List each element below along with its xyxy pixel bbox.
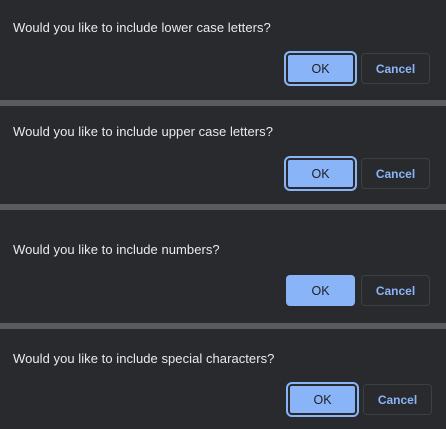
ok-button[interactable]: OK bbox=[284, 51, 357, 86]
confirm-dialog-lowercase: Would you like to include lower case let… bbox=[0, 0, 446, 100]
dialog-message: Would you like to include lower case let… bbox=[13, 20, 271, 35]
ok-button[interactable]: OK bbox=[286, 382, 359, 417]
cancel-button[interactable]: Cancel bbox=[361, 275, 430, 306]
confirm-dialog-uppercase: Would you like to include upper case let… bbox=[0, 106, 446, 204]
ok-button[interactable]: OK bbox=[284, 156, 357, 191]
ok-button[interactable]: OK bbox=[286, 275, 355, 306]
confirm-dialog-special-characters: Would you like to include special charac… bbox=[0, 329, 446, 429]
dialog-message: Would you like to include upper case let… bbox=[13, 124, 273, 139]
confirm-dialog-numbers: Would you like to include numbers? OK Ca… bbox=[0, 210, 446, 323]
cancel-button[interactable]: Cancel bbox=[361, 53, 430, 84]
dialog-message: Would you like to include numbers? bbox=[13, 242, 220, 257]
cancel-button[interactable]: Cancel bbox=[361, 158, 430, 189]
dialog-message: Would you like to include special charac… bbox=[13, 351, 275, 366]
cancel-button[interactable]: Cancel bbox=[363, 384, 432, 415]
